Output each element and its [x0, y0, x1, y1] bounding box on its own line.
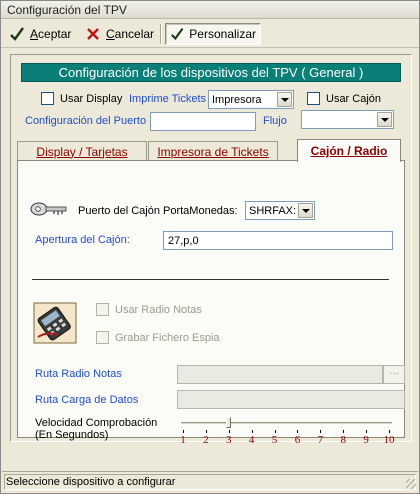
- route-load-input[interactable]: [177, 390, 405, 409]
- use-drawer-box[interactable]: [307, 92, 320, 105]
- status-bar: Seleccione dispositivo a configurar: [2, 471, 418, 491]
- slider-tick-label: 8: [340, 434, 346, 446]
- chevron-down-icon[interactable]: [277, 92, 292, 107]
- use-display-box[interactable]: [41, 92, 54, 105]
- section-divider: [32, 279, 389, 280]
- cancel-button[interactable]: Cancelar: [81, 23, 158, 45]
- slider-tick: [228, 430, 230, 433]
- browse-button[interactable]: ...: [383, 365, 405, 384]
- slider-thumb[interactable]: [225, 417, 231, 428]
- use-radio-label: Usar Radio Notas: [115, 303, 202, 316]
- use-radio-box[interactable]: [96, 303, 109, 316]
- tab-label: Impresora de Tickets: [157, 144, 269, 159]
- slider-tick: [205, 430, 207, 433]
- slider-track[interactable]: [181, 422, 392, 425]
- use-radio-checkbox[interactable]: Usar Radio Notas: [96, 303, 202, 316]
- tab-label: Cajón / Radio: [310, 144, 388, 158]
- spy-file-checkbox[interactable]: Grabar Fichero Espia: [96, 331, 220, 344]
- radio-handheld-icon: [33, 302, 77, 344]
- flow-select[interactable]: [301, 110, 394, 129]
- slider-tick-label: 4: [248, 434, 255, 446]
- accept-label: ceptar: [38, 27, 72, 41]
- speed-label: Velocidad Comprobación (En Segundos): [35, 417, 157, 441]
- checkmark-icon: [171, 28, 184, 41]
- device-tabs: Display / Tarjetas Impresora de Tickets …: [17, 139, 405, 162]
- slider-tick: [274, 430, 276, 433]
- route-notes-input[interactable]: [177, 365, 383, 384]
- speed-label-line1: Velocidad Comprobación: [35, 417, 158, 429]
- window-title: Configuración del TPV: [7, 3, 127, 17]
- printer-select[interactable]: Impresora: [208, 90, 294, 109]
- accept-button[interactable]: Aceptar: [5, 23, 75, 45]
- tab-display-cards[interactable]: Display / Tarjetas: [17, 141, 147, 161]
- drawer-opening-input[interactable]: 27,p,0: [163, 231, 393, 250]
- config-window: Configuración del TPV Aceptar Cancelar P…: [0, 0, 420, 494]
- slider-tick: [251, 430, 253, 433]
- slider-tick-label: 1: [180, 434, 186, 446]
- use-drawer-label: Usar Cajón: [326, 92, 382, 105]
- port-config-input[interactable]: [150, 112, 256, 131]
- slider-tick-label: 5: [271, 434, 278, 446]
- flow-label: Flujo: [263, 115, 287, 127]
- drawer-port-value: SHRFAX:: [249, 204, 297, 217]
- drawer-opening-value: 27,p,0: [168, 234, 199, 247]
- devices-header: Configuración de los dispositivos del TP…: [21, 63, 401, 82]
- use-drawer-checkbox[interactable]: Usar Cajón: [307, 92, 381, 105]
- title-bar[interactable]: Configuración del TPV: [1, 1, 419, 19]
- speed-slider[interactable]: 1 2 3 4 5 6 7 8 9 10: [173, 417, 398, 449]
- use-display-checkbox[interactable]: Usar Display: [41, 92, 122, 105]
- checkmark-icon: [10, 27, 24, 41]
- customize-button[interactable]: Personalizar: [165, 23, 261, 45]
- drawer-port-select[interactable]: SHRFAX:: [245, 201, 315, 220]
- printer-select-value: Impresora: [212, 93, 262, 106]
- drawer-radio-tab-body: Puerto del Cajón PortaMonedas: SHRFAX: A…: [17, 160, 405, 446]
- spy-file-label: Grabar Fichero Espia: [115, 331, 220, 344]
- slider-tick-label: 10: [383, 434, 395, 446]
- use-display-label: Usar Display: [60, 92, 123, 105]
- slider-tick: [389, 430, 390, 433]
- slider-tick: [183, 430, 184, 433]
- key-icon: [30, 202, 67, 216]
- slider-tick-label: 6: [294, 434, 301, 446]
- slider-tick: [297, 430, 299, 433]
- speed-label-line2: (En Segundos): [35, 429, 109, 441]
- route-load-label: Ruta Carga de Datos: [35, 394, 139, 406]
- x-icon: [87, 28, 99, 40]
- devices-panel: Configuración de los dispositivos del TP…: [10, 54, 412, 446]
- resize-grip[interactable]: [406, 479, 416, 489]
- slider-tick-label: 7: [317, 434, 324, 446]
- slider-tick-label: 3: [226, 434, 232, 446]
- toolbar: Aceptar Cancelar Personalizar: [1, 20, 419, 48]
- chevron-down-icon[interactable]: [377, 112, 392, 127]
- chevron-down-icon[interactable]: [298, 203, 313, 218]
- drawer-port-label: Puerto del Cajón PortaMonedas:: [78, 205, 238, 217]
- port-config-label: Configuración del Puerto: [25, 115, 147, 127]
- customize-label: Personalizar: [189, 27, 256, 41]
- tab-label: Display / Tarjetas: [36, 144, 128, 159]
- tab-drawer-radio[interactable]: Cajón / Radio: [297, 139, 401, 162]
- slider-tick: [366, 430, 368, 433]
- status-text: Seleccione dispositivo a configurar: [6, 475, 176, 488]
- slider-tick-label: 9: [363, 434, 369, 446]
- print-tickets-label: Imprime Tickets: [129, 93, 207, 105]
- route-notes-label: Ruta Radio Notas: [35, 368, 122, 380]
- slider-tick-label: 2: [203, 434, 209, 446]
- slider-tick: [343, 430, 345, 433]
- slider-tick: [320, 430, 322, 433]
- spy-file-box[interactable]: [96, 331, 109, 344]
- cancel-label: ancelar: [114, 27, 155, 41]
- tab-ticket-printer[interactable]: Impresora de Tickets: [148, 141, 278, 161]
- accept-mnemonic: A: [30, 27, 39, 41]
- cancel-mnemonic: C: [106, 27, 115, 41]
- toolbar-separator: [160, 24, 162, 44]
- drawer-opening-label: Apertura del Cajón:: [35, 234, 130, 246]
